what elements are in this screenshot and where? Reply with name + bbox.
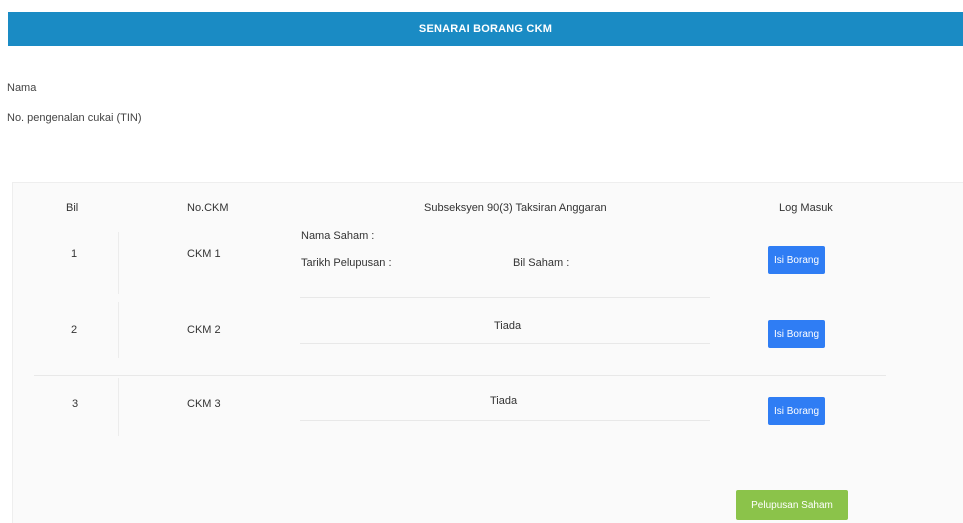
row-bil: 2 <box>71 324 78 336</box>
row3-divider <box>118 378 119 436</box>
row-bil: 1 <box>71 248 78 260</box>
row-tarikh-pelupusan: Tarikh Pelupusan : <box>301 257 392 269</box>
header-no-ckm: No.CKM <box>187 202 229 214</box>
page-header-bar: SENARAI BORANG CKM <box>8 12 963 46</box>
row-no-ckm: CKM 2 <box>187 324 221 336</box>
row-bil: 3 <box>72 398 79 410</box>
row-separator <box>300 420 710 421</box>
isi-borang-button[interactable]: Isi Borang <box>768 320 825 348</box>
row-nama-saham: Nama Saham : <box>301 230 375 242</box>
ckm-table-panel <box>12 182 963 523</box>
name-label: Nama <box>7 82 37 94</box>
row-no-ckm: CKM 1 <box>187 248 221 260</box>
header-log-masuk: Log Masuk <box>779 202 833 214</box>
row-status: Tiada <box>490 395 518 407</box>
row1-divider <box>118 232 119 294</box>
header-bil: Bil <box>66 202 79 214</box>
isi-borang-button[interactable]: Isi Borang <box>768 246 825 274</box>
row-separator <box>300 343 710 344</box>
row-separator <box>300 297 710 298</box>
row-bil-saham: Bil Saham : <box>513 257 570 269</box>
pelupusan-saham-button[interactable]: Pelupusan Saham <box>736 490 848 520</box>
row-separator <box>34 375 886 376</box>
row-no-ckm: CKM 3 <box>187 398 221 410</box>
isi-borang-button[interactable]: Isi Borang <box>768 397 825 425</box>
row2-divider <box>118 302 119 358</box>
row-status: Tiada <box>494 320 522 332</box>
page-title: SENARAI BORANG CKM <box>418 23 553 35</box>
tin-label: No. pengenalan cukai (TIN) <box>7 112 142 124</box>
header-subseksyen: Subseksyen 90(3) Taksiran Anggaran <box>424 202 607 214</box>
